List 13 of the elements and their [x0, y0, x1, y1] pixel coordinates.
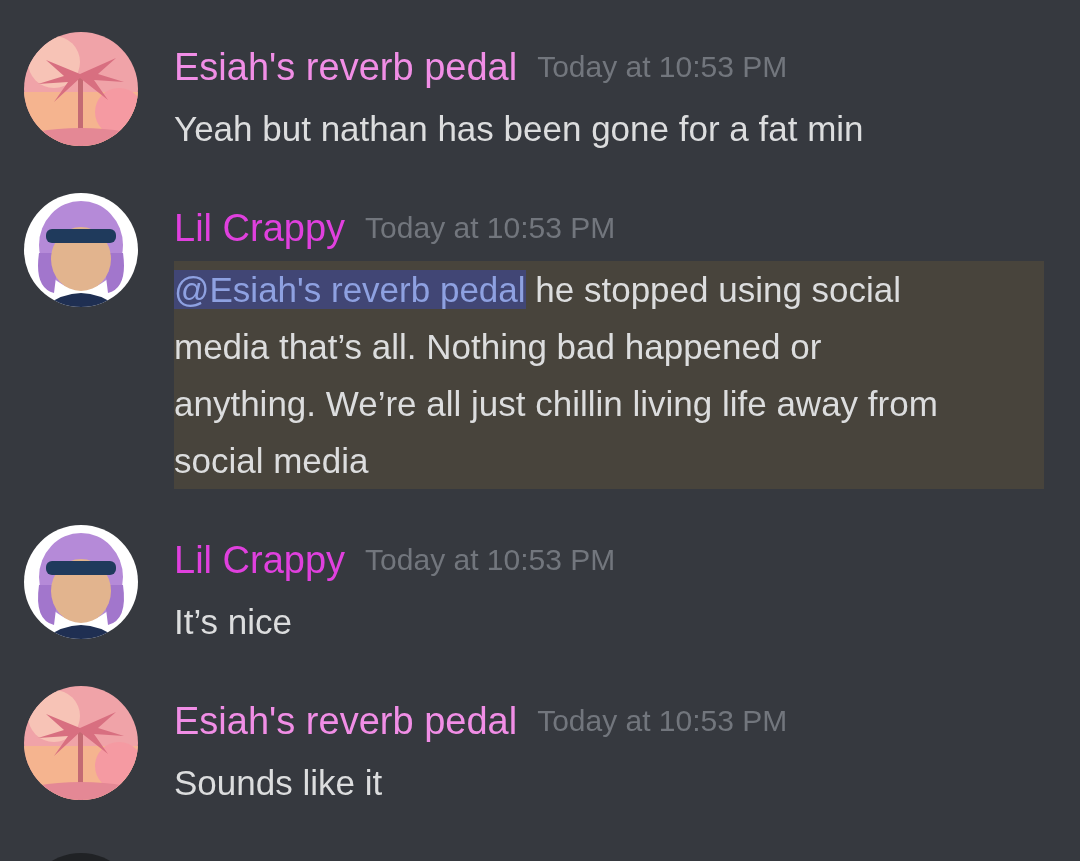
message-text: Yeah but nathan has been gone for a fat min	[174, 108, 865, 150]
timestamp: Today at 10:53 PM	[537, 50, 788, 84]
mention-link[interactable]: @Esiah's reverb pedal	[174, 270, 526, 309]
username[interactable]: Lil Crappy	[174, 538, 346, 582]
timestamp: Today at 10:53 PM	[537, 704, 788, 738]
username[interactable]: Esiah's reverb pedal	[174, 45, 518, 89]
message-text: It’s nice	[174, 601, 294, 643]
message-text: Sounds like it	[174, 762, 384, 804]
username[interactable]: Lil Crappy	[174, 206, 346, 250]
timestamp: Today at 10:53 PM	[365, 543, 616, 577]
username[interactable]: Esiah's reverb pedal	[174, 699, 518, 743]
message-text: @Esiah's reverb pedal he stopped using social media that’s all. Nothing bad happened or anything. We’re all just chillin living life away from social media	[174, 261, 1044, 489]
timestamp: Today at 10:53 PM	[365, 211, 616, 245]
